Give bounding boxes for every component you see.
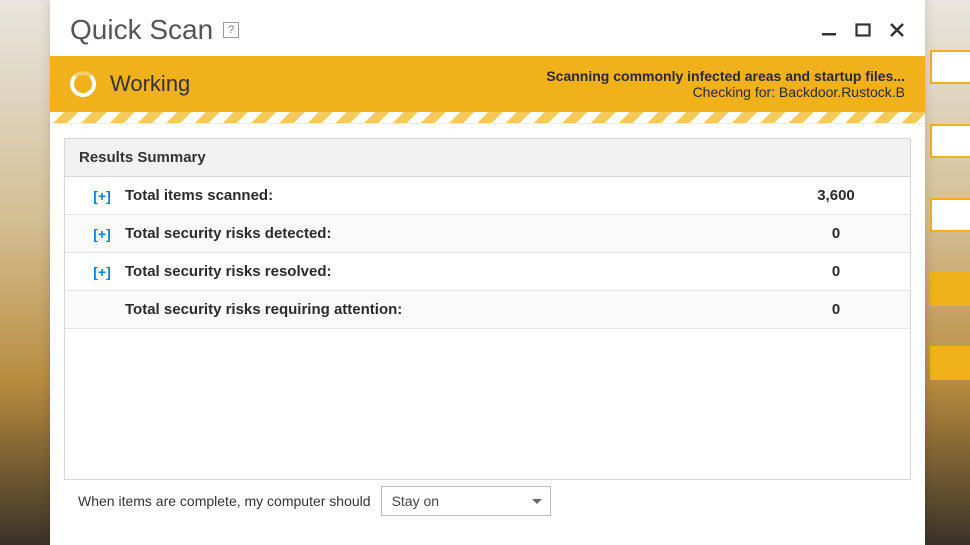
row-label: Total items scanned: <box>125 187 776 204</box>
content-area: Results Summary [+] Total items scanned:… <box>50 124 925 532</box>
summary-header: Results Summary <box>65 139 910 177</box>
status-bar: Working Scanning commonly infected areas… <box>50 56 925 112</box>
table-row: [+] Total items scanned: 3,600 <box>65 177 910 215</box>
expand-toggle[interactable]: [+] <box>79 226 125 242</box>
expand-toggle[interactable]: [+] <box>79 264 125 280</box>
status-headline: Scanning commonly infected areas and sta… <box>546 68 905 84</box>
window-title: Quick Scan <box>70 14 213 46</box>
row-value: 0 <box>776 301 896 318</box>
row-label: Total security risks requiring attention… <box>125 301 776 318</box>
footer-bar: When items are complete, my computer sho… <box>64 480 911 516</box>
expand-toggle[interactable]: [+] <box>79 188 125 204</box>
status-subtext: Checking for: Backdoor.Rustock.B <box>546 84 905 100</box>
help-button[interactable]: ? <box>223 22 239 38</box>
progress-stripes <box>50 112 925 124</box>
titlebar: Quick Scan ? <box>50 0 925 56</box>
select-value: Stay on <box>392 493 439 509</box>
maximize-button[interactable] <box>855 22 871 38</box>
quick-scan-dialog: Quick Scan ? Working Scanning commonly i… <box>50 0 925 545</box>
footer-label: When items are complete, my computer sho… <box>78 493 371 509</box>
row-value: 0 <box>776 225 896 242</box>
power-action-select[interactable]: Stay on <box>381 486 551 516</box>
row-label: Total security risks resolved: <box>125 263 776 280</box>
spinner-icon <box>70 71 96 97</box>
row-value: 0 <box>776 263 896 280</box>
chevron-down-icon <box>532 499 542 504</box>
table-row: Total security risks requiring attention… <box>65 291 910 329</box>
empty-results-area <box>65 329 910 479</box>
status-label: Working <box>110 71 190 97</box>
background-accent <box>930 50 970 380</box>
table-row: [+] Total security risks detected: 0 <box>65 215 910 253</box>
row-label: Total security risks detected: <box>125 225 776 242</box>
minimize-button[interactable] <box>821 22 837 38</box>
row-value: 3,600 <box>776 187 896 204</box>
close-button[interactable] <box>889 22 905 38</box>
results-summary-table: Results Summary [+] Total items scanned:… <box>64 138 911 480</box>
table-row: [+] Total security risks resolved: 0 <box>65 253 910 291</box>
